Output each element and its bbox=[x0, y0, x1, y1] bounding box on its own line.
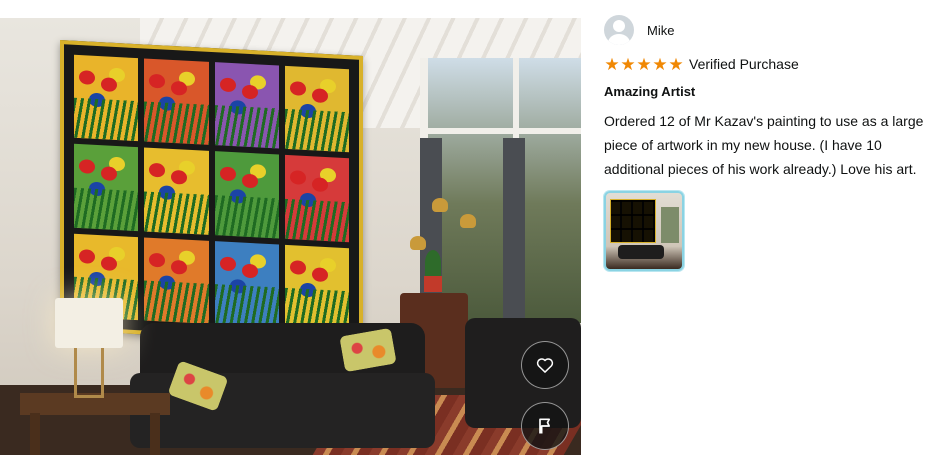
painting-panel bbox=[214, 62, 279, 149]
plant-pot bbox=[424, 276, 442, 292]
painting-panel bbox=[214, 151, 279, 239]
reviewer-profile[interactable]: Mike bbox=[604, 14, 934, 46]
like-button[interactable] bbox=[521, 341, 569, 389]
side-table-leg bbox=[30, 413, 40, 455]
reviewer-name: Mike bbox=[647, 22, 675, 38]
star-rating: ★ ★ ★ ★ ★ bbox=[604, 56, 684, 73]
thumbnail-window bbox=[661, 207, 679, 243]
review-photo bbox=[0, 18, 581, 455]
painting-panel bbox=[144, 237, 209, 324]
painting-panel bbox=[214, 240, 279, 328]
window bbox=[420, 58, 581, 323]
table-lamp-shade bbox=[55, 298, 123, 348]
rating-row: ★ ★ ★ ★ ★ Verified Purchase bbox=[604, 55, 934, 73]
star-icon: ★ bbox=[620, 54, 636, 74]
review-title: Amazing Artist bbox=[604, 84, 696, 99]
star-icon: ★ bbox=[604, 54, 620, 74]
avatar bbox=[604, 15, 634, 45]
floor-lamp-shade bbox=[410, 236, 426, 250]
flag-icon bbox=[539, 418, 550, 434]
floor-lamp-shade bbox=[432, 198, 448, 212]
review-image-thumbnail[interactable] bbox=[604, 191, 684, 271]
thumbnail-sofa bbox=[618, 245, 664, 259]
star-icon: ★ bbox=[652, 54, 668, 74]
plant bbox=[425, 250, 441, 276]
painting-panel bbox=[144, 58, 209, 146]
star-icon: ★ bbox=[636, 54, 652, 74]
verified-purchase-badge: Verified Purchase bbox=[689, 56, 799, 72]
painting-panel bbox=[144, 147, 209, 235]
table-lamp-base bbox=[74, 348, 104, 398]
painting-panel bbox=[284, 244, 349, 332]
thumbnail-painting bbox=[610, 199, 656, 243]
side-table-leg bbox=[150, 413, 160, 455]
floor-lamp-shade bbox=[460, 214, 476, 228]
heart-icon bbox=[536, 358, 554, 373]
star-icon: ★ bbox=[668, 54, 684, 74]
painting-panel bbox=[284, 65, 349, 153]
painting-panel bbox=[284, 155, 349, 242]
painting-panel bbox=[74, 144, 139, 231]
painting-panel bbox=[74, 54, 139, 142]
review-body: Ordered 12 of Mr Kazav's painting to use… bbox=[604, 113, 924, 177]
curtain-right bbox=[503, 138, 525, 328]
report-button[interactable] bbox=[521, 402, 569, 450]
review-panel: Mike ★ ★ ★ ★ ★ Verified Purchase Amazing… bbox=[604, 14, 934, 271]
